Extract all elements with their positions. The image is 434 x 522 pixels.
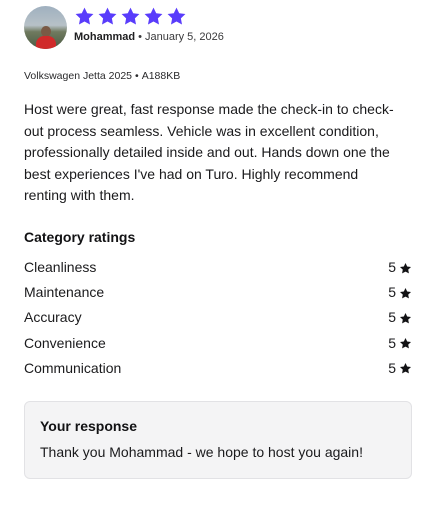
category-ratings-list: Cleanliness 5 Maintenance 5 Accuracy 5 Conveni… [24, 256, 412, 382]
category-score-value: 5 [388, 309, 396, 326]
category-score-value: 5 [388, 259, 396, 275]
category-label: Accuracy [24, 309, 82, 326]
star-icon [399, 262, 412, 273]
category-score: 5 [388, 256, 412, 278]
star-icon [75, 7, 94, 25]
category-score: 5 [388, 281, 412, 303]
star-icon [399, 338, 412, 349]
response-text: Thank you Mohammad - we hope to host you… [40, 444, 363, 460]
category-rating-row: Cleanliness 5 [24, 256, 412, 281]
star-icon [98, 7, 117, 25]
reviewer-avatar [24, 6, 67, 49]
reviewer-name: Mohammad [74, 31, 136, 43]
host-response-card: Your response Thank you Mohammad - we ho… [24, 401, 412, 479]
vehicle-plate: A188KB [141, 70, 181, 82]
star-icon [399, 287, 412, 299]
category-rating-row: Maintenance 5 [24, 281, 412, 306]
review-header: Mohammad • January 5, 2026 [24, 6, 404, 50]
star-icon [144, 7, 163, 25]
response-title: Your response [40, 418, 137, 434]
star-icon [121, 7, 140, 25]
review-meta: Mohammad • January 5, 2026 [74, 31, 224, 43]
star-rating [74, 6, 187, 27]
category-rating-row: Convenience 5 [24, 332, 412, 357]
category-score: 5 [388, 332, 412, 354]
category-rating-row: Accuracy 5 [24, 306, 412, 331]
review-text: Host were great, fast response made the … [24, 101, 394, 204]
category-label: Communication [24, 359, 122, 376]
star-icon [167, 7, 186, 25]
star-icon [399, 363, 412, 374]
category-rating-row: Communication 5 [24, 357, 412, 382]
star-icon [399, 312, 412, 324]
category-score: 5 [388, 306, 412, 328]
vehicle-name: Volkswagen Jetta 2025 [24, 70, 132, 82]
vehicle-info: Volkswagen Jetta 2025 • A188KB [24, 70, 180, 82]
avatar-person-body [36, 36, 56, 49]
category-score-value: 5 [388, 284, 396, 301]
category-label: Cleanliness [24, 259, 97, 275]
category-score-value: 5 [388, 359, 396, 376]
vehicle-separator: • [135, 70, 139, 82]
review-date: January 5, 2026 [144, 31, 224, 43]
category-ratings-title: Category ratings [24, 229, 136, 245]
category-score: 5 [388, 357, 412, 379]
category-label: Maintenance [24, 284, 105, 301]
meta-separator: • [138, 31, 142, 43]
category-score-value: 5 [388, 334, 396, 351]
category-label: Convenience [24, 334, 106, 351]
